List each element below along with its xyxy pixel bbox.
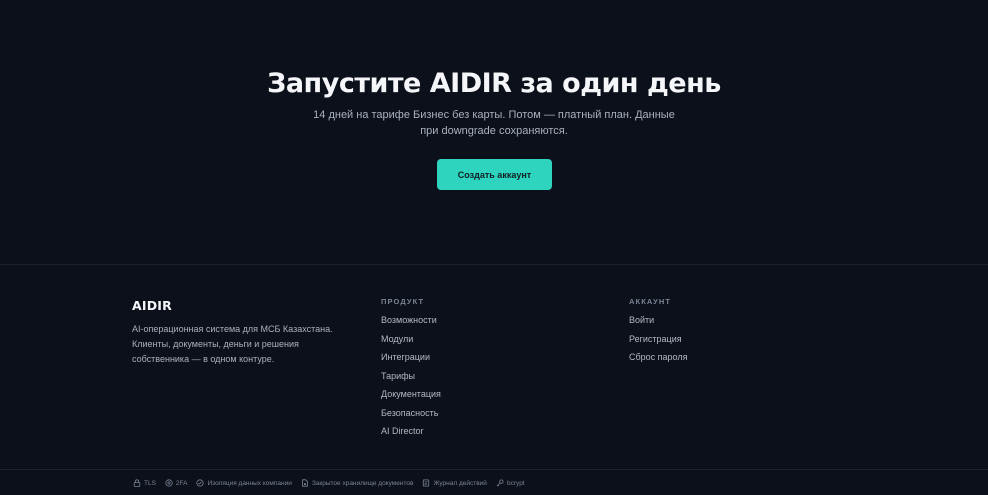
footer-link-login[interactable]: Войти: [629, 315, 687, 334]
brand-description: AI-операционная система для МСБ Казахста…: [132, 324, 333, 364]
trust-label: bcrypt: [506, 479, 525, 487]
footer-link-reset-password[interactable]: Сброс пароля: [629, 352, 687, 371]
product-heading: ПРОДУКТ: [381, 297, 425, 306]
cta-title: Запустите AIDIR за один день: [267, 68, 721, 99]
key-icon: [496, 479, 504, 487]
trust-label: Изоляция данных компании: [207, 479, 292, 487]
shield-icon: [165, 479, 173, 487]
footer-link-register[interactable]: Регистрация: [629, 334, 687, 353]
trust-label: Закрытое хранилище документов: [311, 479, 414, 487]
cta-subtitle: 14 дней на тарифе Бизнес без карты. Пото…: [313, 109, 675, 137]
trust-item-isolation: Изоляция данных компании: [196, 479, 292, 487]
check-circle-icon: [196, 479, 205, 487]
create-account-button[interactable]: Создать аккаунт: [437, 159, 552, 190]
lock-icon: [133, 479, 141, 487]
cta-section: Запустите AIDIR за один день 14 дней на …: [0, 0, 988, 265]
trust-item-tls: TLS: [133, 479, 156, 487]
trust-bar: TLS 2FA Изоляция данных компании Закрыто…: [133, 479, 534, 487]
landing-page: Запустите AIDIR за один день 14 дней на …: [0, 0, 988, 495]
footer-bottom-divider: [0, 469, 988, 470]
trust-item-journal: Журнал действий: [422, 479, 487, 487]
footer-link-ai-director[interactable]: AI Director: [381, 426, 441, 445]
journal-icon: [422, 479, 430, 487]
trust-item-storage: Закрытое хранилище документов: [301, 479, 414, 487]
footer-product-column: ПРОДУКТ Возможности Модули Интеграции Та…: [381, 297, 441, 445]
account-heading: АККАУНТ: [629, 297, 672, 306]
footer-link-security[interactable]: Безопасность: [381, 408, 441, 427]
footer-account-column: АККАУНТ Войти Регистрация Сброс пароля: [629, 297, 687, 371]
footer-brand: AIDIR AI-операционная система для МСБ Ка…: [132, 298, 352, 367]
file-lock-icon: [301, 479, 309, 487]
footer-link-pricing[interactable]: Тарифы: [381, 371, 441, 390]
trust-label: 2FA: [175, 479, 188, 487]
footer-link-features[interactable]: Возможности: [381, 315, 441, 334]
footer-link-integrations[interactable]: Интеграции: [381, 352, 441, 371]
footer-top-divider: [0, 264, 988, 265]
trust-item-bcrypt: bcrypt: [496, 479, 525, 487]
trust-label: Журнал действий: [433, 479, 487, 487]
footer-link-docs[interactable]: Документация: [381, 389, 441, 408]
trust-item-2fa: 2FA: [165, 479, 188, 487]
brand-logo[interactable]: AIDIR: [132, 298, 352, 313]
trust-label: TLS: [144, 479, 156, 487]
footer-link-modules[interactable]: Модули: [381, 334, 441, 353]
